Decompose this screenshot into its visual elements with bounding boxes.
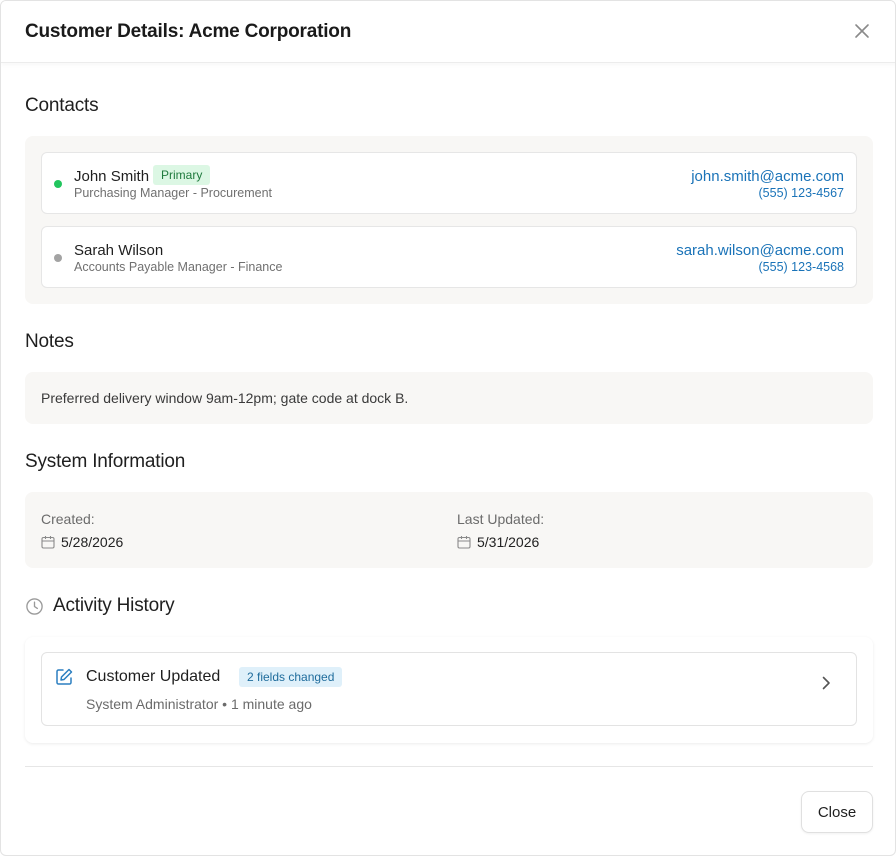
modal-title: Customer Details: Acme Corporation [25, 21, 352, 42]
close-icon[interactable] [853, 22, 871, 40]
fields-changed-badge: 2 fields changed [239, 667, 343, 687]
contacts-panel: John Smith Primary Purchasing Manager - … [25, 136, 873, 304]
activity-panel: Customer Updated 2 fields changed System… [25, 637, 873, 743]
footer-divider [25, 766, 873, 767]
created-value: 5/28/2026 [41, 534, 123, 550]
contact-name: John Smith [74, 168, 150, 185]
chevron-right-icon[interactable] [818, 675, 834, 691]
notes-text: Preferred delivery window 9am-12pm; gate… [41, 390, 409, 406]
activity-title: Customer Updated [86, 668, 221, 685]
contact-email-link[interactable]: john.smith@acme.com [691, 168, 844, 185]
status-offline-icon [54, 254, 62, 262]
calendar-icon [41, 536, 55, 549]
system-info-title: System Information [25, 451, 186, 472]
system-info-panel: Created: 5/28/2026 Last Updated: 5/31/20… [25, 492, 873, 568]
modal-header: Customer Details: Acme Corporation [1, 1, 895, 63]
notes-panel: Preferred delivery window 9am-12pm; gate… [25, 372, 873, 424]
activity-history-title: Activity History [53, 595, 175, 616]
primary-badge: Primary [153, 165, 211, 185]
created-label: Created: [41, 511, 95, 527]
calendar-icon [457, 536, 471, 549]
clock-icon [26, 598, 43, 615]
contact-card: John Smith Primary Purchasing Manager - … [41, 152, 857, 214]
notes-title: Notes [25, 331, 74, 352]
contact-phone-link[interactable]: (555) 123-4568 [759, 260, 844, 274]
contact-email-link[interactable]: sarah.wilson@acme.com [676, 242, 844, 259]
customer-details-modal: Customer Details: Acme Corporation Conta… [0, 0, 896, 856]
updated-label: Last Updated: [457, 511, 545, 527]
activity-meta: System Administrator • 1 minute ago [86, 696, 312, 712]
contact-role: Accounts Payable Manager - Finance [74, 260, 283, 274]
contact-phone-link[interactable]: (555) 123-4567 [759, 186, 844, 200]
edit-icon [56, 668, 73, 685]
status-online-icon [54, 180, 62, 188]
created-date: 5/28/2026 [61, 534, 124, 550]
updated-value: 5/31/2026 [457, 534, 539, 550]
contacts-title: Contacts [25, 95, 99, 116]
updated-date: 5/31/2026 [477, 534, 540, 550]
contact-card: Sarah Wilson Accounts Payable Manager - … [41, 226, 857, 288]
contact-name: Sarah Wilson [74, 242, 164, 259]
close-button[interactable]: Close [801, 791, 873, 833]
contact-role: Purchasing Manager - Procurement [74, 186, 273, 200]
activity-item[interactable]: Customer Updated 2 fields changed System… [41, 652, 857, 726]
